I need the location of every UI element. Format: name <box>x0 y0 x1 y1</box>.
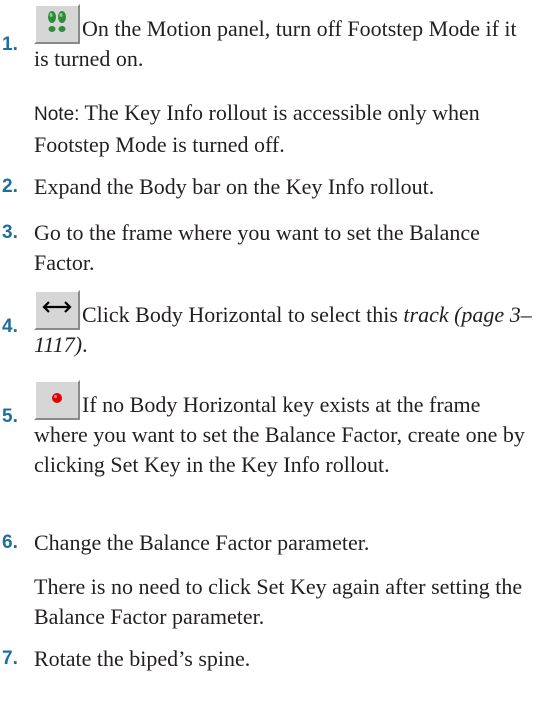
step-text: Change the Balance Factor parameter. <box>34 530 370 555</box>
step-text: Rotate the biped’s spine. <box>34 646 251 671</box>
document-page: 1. On the Motion panel, turn off Footste… <box>0 0 538 717</box>
set-key-icon <box>52 393 62 403</box>
step-text: If no Body Horizontal key exists at the … <box>34 392 525 477</box>
step-text: Expand the Body bar on the Key Info roll… <box>34 174 435 199</box>
step-number: 3. <box>2 222 18 243</box>
step-number: 7. <box>2 648 18 669</box>
step-text: On the Motion panel, turn off Footstep M… <box>34 16 517 71</box>
footstep-mode-button[interactable] <box>34 4 80 44</box>
footsteps-icon <box>48 11 66 32</box>
step-number: 1. <box>2 34 18 55</box>
set-key-button[interactable] <box>34 380 80 420</box>
step-text: Click Body Horizontal to select this <box>82 302 404 327</box>
step-number: 6. <box>2 532 18 553</box>
step-text: Go to the frame where you want to set th… <box>34 220 480 275</box>
horizontal-arrows-icon <box>42 301 72 313</box>
step-detail-text: There is no need to click Set Key again … <box>34 574 523 629</box>
step-number: 5. <box>2 406 18 427</box>
step-number: 2. <box>2 176 18 197</box>
step-number: 4. <box>2 316 18 337</box>
note-label: Note: <box>34 104 80 125</box>
note-text: The Key Info rollout is accessible only … <box>34 100 480 157</box>
body-horizontal-button[interactable] <box>34 290 80 330</box>
